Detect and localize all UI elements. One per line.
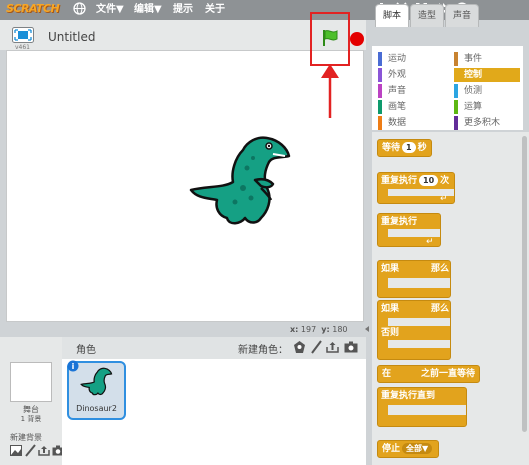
category-motion[interactable]: 运动 <box>378 52 444 66</box>
category-operators[interactable]: 运算 <box>454 100 520 114</box>
repeat-unit: 次 <box>440 176 450 186</box>
paint-new-sprite-icon[interactable] <box>310 340 322 354</box>
repeat-until-slot <box>388 405 466 415</box>
if2-label: 如果 <box>381 304 400 314</box>
category-sound[interactable]: 声音 <box>378 84 444 98</box>
upload-icon[interactable] <box>38 445 50 456</box>
dinosaur-sprite[interactable] <box>187 128 297 230</box>
info-icon[interactable]: i <box>67 360 79 372</box>
new-sprite-label: 新建角色： <box>238 345 288 356</box>
stop-dropdown[interactable]: 全部▼ <box>402 443 433 454</box>
category-control[interactable]: 控制 <box>454 68 520 82</box>
tab-sounds[interactable]: 声音 <box>445 4 479 27</box>
category-looks[interactable]: 外观 <box>378 68 444 82</box>
y-value: 180 <box>332 325 348 334</box>
repeat-until-text: 重复执行直到 <box>381 388 465 404</box>
category-sensing[interactable]: 侦测 <box>454 84 520 98</box>
category-column-left: 运动 外观 声音 画笔 数据 <box>378 52 444 130</box>
tab-scripts[interactable]: 脚本 <box>375 4 409 27</box>
wait-input[interactable]: 1 <box>402 142 416 153</box>
if-label: 如果 <box>381 264 400 274</box>
stage-canvas[interactable] <box>6 50 364 322</box>
stop-block[interactable]: 停止 全部▼ <box>377 440 440 458</box>
mouse-coordinates: x: 197 y: 180 <box>290 325 348 334</box>
wait-unit: 秒 <box>417 143 427 153</box>
if-else-text: 如果 那么 <box>381 301 449 317</box>
sprite-name: Dinosaur2 <box>76 404 117 413</box>
repeat-until-label: 重复执行直到 <box>381 391 436 401</box>
wait-until-block[interactable]: 在 之前一直等待 <box>377 365 481 383</box>
wait-until-prefix: 在 <box>382 369 392 379</box>
repeat-block-text: 重复执行 10 次 <box>381 173 449 189</box>
project-title[interactable]: Untitled <box>48 30 95 44</box>
category-more-blocks[interactable]: 更多积木 <box>454 116 520 130</box>
wait-until-suffix: 之前一直等待 <box>421 369 476 379</box>
palette-scrollbar-thumb[interactable] <box>522 136 527 432</box>
about-menu[interactable]: 关于 <box>205 0 225 20</box>
forever-arrow-icon: ↵ <box>426 237 434 247</box>
category-data[interactable]: 数据 <box>378 116 444 130</box>
stop-label: 停止 <box>382 444 401 454</box>
collapse-pane-icon[interactable] <box>363 322 371 336</box>
else-label: 否则 <box>381 328 400 338</box>
backdrop-count: 1 背景 <box>20 415 42 423</box>
green-flag-icon[interactable] <box>320 28 340 48</box>
x-value: 197 <box>300 325 317 334</box>
file-menu[interactable]: 文件▼ <box>96 0 124 20</box>
if-then-text: 如果 那么 <box>381 261 449 277</box>
scratch-logo[interactable]: SCRATCH <box>6 1 60 17</box>
forever-block-slot <box>388 229 440 237</box>
category-pen[interactable]: 画笔 <box>378 100 444 114</box>
category-column-right: 事件 控制 侦测 运算 更多积木 <box>454 52 520 130</box>
svg-text:i: i <box>72 362 75 371</box>
repeat-input[interactable]: 10 <box>419 175 439 186</box>
stage-thumbnail[interactable] <box>10 362 52 402</box>
y-label: y: <box>321 325 330 334</box>
wait-label: 等待 <box>382 143 401 153</box>
then-label: 那么 <box>431 264 450 274</box>
sprites-label: 角色 <box>76 345 96 356</box>
wait-block[interactable]: 等待 1 秒 <box>377 139 432 157</box>
category-events[interactable]: 事件 <box>454 52 520 66</box>
globe-icon[interactable] <box>72 2 86 16</box>
camera-sprite-icon[interactable] <box>344 341 358 353</box>
then2-label: 那么 <box>431 304 450 314</box>
presentation-mode-icon[interactable] <box>12 27 34 43</box>
dinosaur-thumbnail <box>80 363 114 399</box>
forever-label: 重复执行 <box>381 217 418 227</box>
tips-menu[interactable]: 提示 <box>173 0 193 20</box>
backdrop-library-icon[interactable] <box>10 445 22 456</box>
loop-arrow-icon: ↵ <box>440 194 448 204</box>
upload-sprite-icon[interactable] <box>326 341 339 353</box>
if-else-else-slot <box>388 340 450 348</box>
annotation-arrow-icon <box>318 64 342 118</box>
tab-costumes[interactable]: 造型 <box>410 4 444 27</box>
edit-menu[interactable]: 编辑▼ <box>134 0 162 20</box>
new-backdrop-label: 新建背景 <box>10 433 42 442</box>
repeat-label: 重复执行 <box>381 176 418 186</box>
x-label: x: <box>290 325 299 334</box>
paint-brush-icon[interactable] <box>24 444 36 457</box>
sprite-library-icon[interactable] <box>293 341 306 354</box>
stop-button[interactable] <box>350 32 364 46</box>
if-then-block-slot <box>388 278 450 288</box>
